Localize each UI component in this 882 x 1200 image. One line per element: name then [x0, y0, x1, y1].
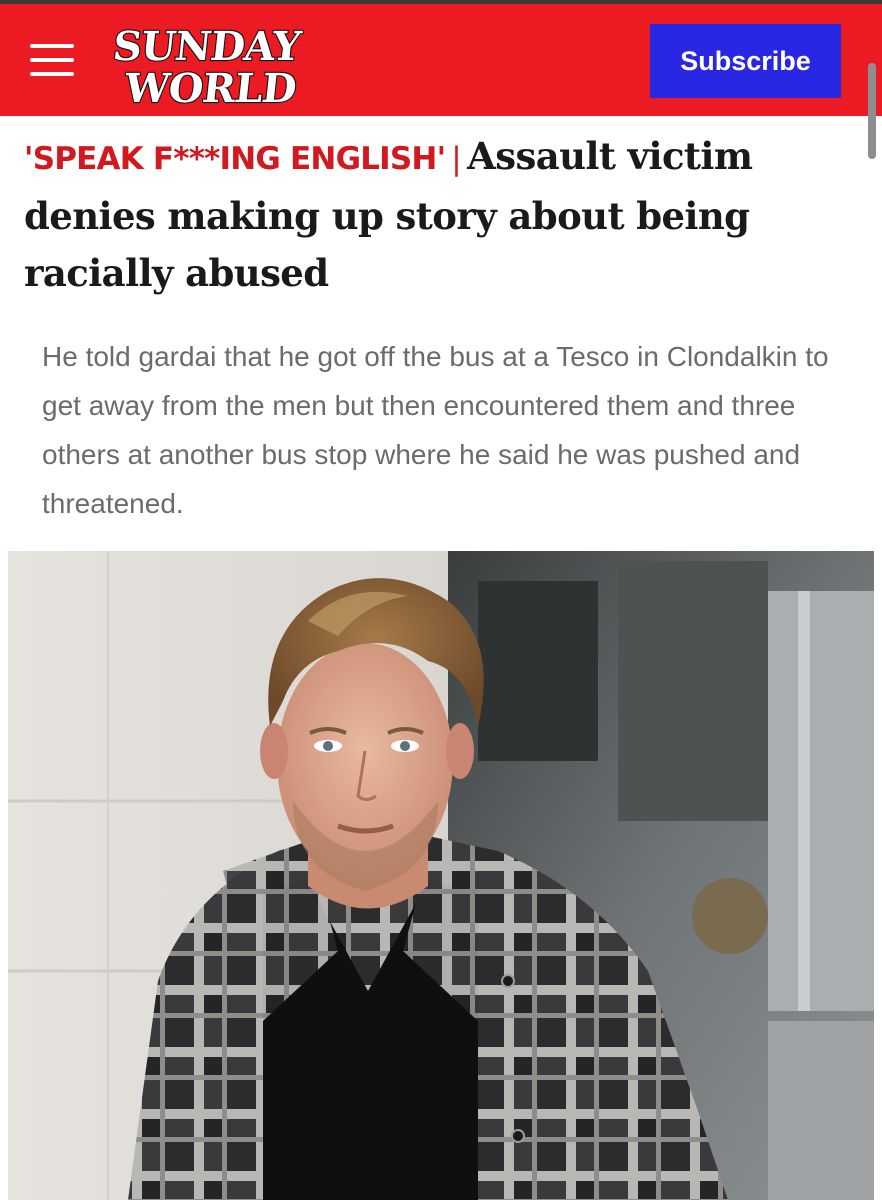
site-header: SUNDAY WORLD Subscribe	[0, 4, 882, 116]
headline-kicker: 'SPEAK F***ING ENGLISH'	[24, 141, 446, 177]
article-photo[interactable]	[8, 551, 874, 1200]
headline-separator: |	[451, 141, 462, 177]
page-scrollbar[interactable]	[868, 63, 876, 159]
hamburger-menu-icon[interactable]	[30, 42, 76, 78]
logo-line-1: SUNDAY	[111, 23, 304, 70]
subscribe-button[interactable]: Subscribe	[650, 24, 841, 98]
sunday-world-logo[interactable]: SUNDAY WORLD	[110, 20, 330, 110]
logo-line-2: WORLD	[121, 65, 298, 110]
article-headline: 'SPEAK F***ING ENGLISH' | Assault victim d…	[24, 128, 844, 302]
article-standfirst: He told gardai that he got off the bus a…	[42, 341, 829, 519]
